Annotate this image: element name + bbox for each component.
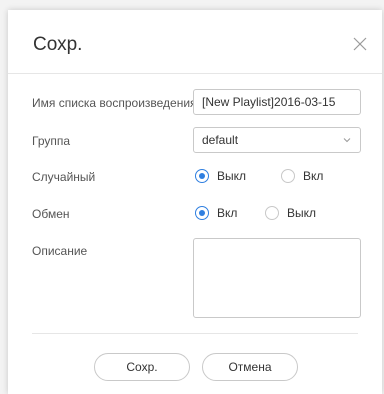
share-off-radio[interactable]: Выкл (265, 206, 316, 220)
description-label: Описание (32, 244, 88, 258)
radio-checked-icon (195, 169, 209, 183)
footer-divider (32, 333, 358, 334)
description-textarea[interactable] (193, 238, 361, 318)
shuffle-on-radio[interactable]: Вкл (281, 169, 323, 183)
radio-unchecked-icon (281, 169, 295, 183)
save-playlist-dialog: Сохр. Имя списка воспроизведения Группа … (8, 10, 382, 394)
group-select[interactable]: default (193, 127, 361, 153)
group-select-value: default (202, 133, 239, 147)
save-button[interactable]: Сохр. (94, 353, 190, 381)
shuffle-off-label: Выкл (217, 169, 247, 183)
dialog-title: Сохр. (33, 34, 83, 55)
share-label: Обмен (32, 207, 70, 221)
chevron-down-icon (343, 138, 351, 143)
group-label: Группа (32, 134, 71, 148)
playlist-name-input[interactable] (193, 89, 361, 115)
radio-checked-icon (195, 206, 209, 220)
radio-unchecked-icon (265, 206, 279, 220)
playlist-name-label: Имя списка воспроизведения (32, 96, 197, 110)
share-off-label: Выкл (287, 206, 317, 220)
shuffle-off-radio[interactable]: Выкл (195, 169, 246, 183)
shuffle-on-label: Вкл (303, 169, 324, 183)
share-on-radio[interactable]: Вкл (195, 206, 237, 220)
share-on-label: Вкл (217, 206, 238, 220)
shuffle-label: Случайный (32, 170, 96, 184)
header-divider (8, 73, 382, 74)
cancel-button[interactable]: Отмена (202, 353, 298, 381)
close-icon[interactable] (352, 36, 368, 52)
